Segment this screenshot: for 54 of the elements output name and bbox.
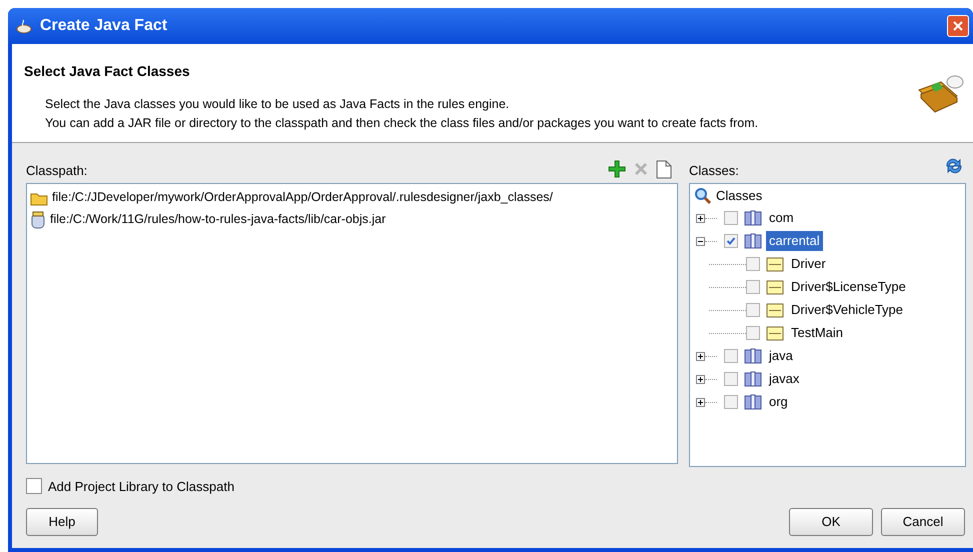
package-icon: [744, 371, 762, 387]
checkbox[interactable]: [724, 211, 738, 225]
add-icon[interactable]: [608, 160, 626, 178]
checkbox[interactable]: [724, 372, 738, 386]
classpath-entry[interactable]: file:/C:/JDeveloper/mywork/OrderApprovalApp/OrderApproval/.rulesdesigner/jaxb_classes/: [52, 188, 553, 207]
cancel-button[interactable]: Cancel: [881, 508, 965, 536]
tree-item[interactable]: Driver$VehicleType: [788, 300, 906, 320]
tree-item[interactable]: java: [766, 346, 796, 366]
jar-icon: [30, 210, 46, 228]
collapse-icon[interactable]: [696, 236, 705, 246]
tree-item[interactable]: TestMain: [788, 323, 846, 343]
description-text: Select the Java classes you would like to be used as Java Facts in the rules engine.: [45, 96, 510, 113]
tree-item[interactable]: org: [766, 392, 791, 412]
package-icon: [744, 210, 762, 226]
checkbox[interactable]: [746, 280, 760, 294]
expand-icon[interactable]: [696, 214, 705, 222]
package-icon: [744, 394, 762, 410]
search-icon: [694, 187, 712, 205]
window-title: Create Java Fact: [40, 16, 168, 36]
tree-item[interactable]: Driver: [788, 254, 829, 274]
close-icon: [952, 20, 964, 32]
checkbox[interactable]: [26, 478, 42, 494]
description-text: You can add a JAR file or directory to the classpath and then check the class files and/or packages you want to create facts from.: [45, 115, 760, 132]
checkbox[interactable]: [724, 395, 738, 409]
refresh-icon[interactable]: [944, 156, 964, 174]
close-button[interactable]: [947, 14, 969, 37]
new-file-icon[interactable]: [656, 160, 672, 178]
class-icon: [766, 280, 784, 294]
classes-label: Classes:: [689, 162, 739, 180]
tree-root[interactable]: Classes: [716, 186, 762, 206]
tree-item[interactable]: com: [766, 208, 797, 228]
classpath-label: Classpath:: [26, 162, 88, 180]
classpath-entry[interactable]: file:/C:/Work/11G/rules/how-to-rules-java-facts/lib/car-objs.jar: [50, 210, 386, 229]
package-icon: [744, 348, 762, 364]
expand-icon[interactable]: [696, 398, 705, 406]
checkbox[interactable]: [724, 349, 738, 363]
class-icon: [766, 302, 784, 318]
checkbox[interactable]: [746, 326, 760, 340]
package-icon: [744, 233, 762, 249]
tree-item[interactable]: carrental: [766, 231, 823, 251]
expand-icon[interactable]: [696, 352, 705, 360]
checkbox[interactable]: [746, 257, 760, 271]
ok-button[interactable]: OK: [789, 508, 873, 536]
tree-item[interactable]: Driver$LicenseType: [788, 277, 909, 297]
help-button[interactable]: Help: [26, 508, 98, 536]
class-icon: [766, 256, 784, 272]
tree-item[interactable]: javax: [766, 369, 802, 389]
coffee-cup-icon: [16, 16, 34, 35]
header-title: Select Java Fact Classes: [24, 62, 191, 80]
checkbox-label: Add Project Library to Classpath: [48, 478, 234, 496]
checkbox[interactable]: [724, 234, 738, 248]
expand-icon[interactable]: [696, 374, 705, 384]
class-icon: [766, 326, 784, 340]
checkbox[interactable]: [746, 303, 760, 317]
